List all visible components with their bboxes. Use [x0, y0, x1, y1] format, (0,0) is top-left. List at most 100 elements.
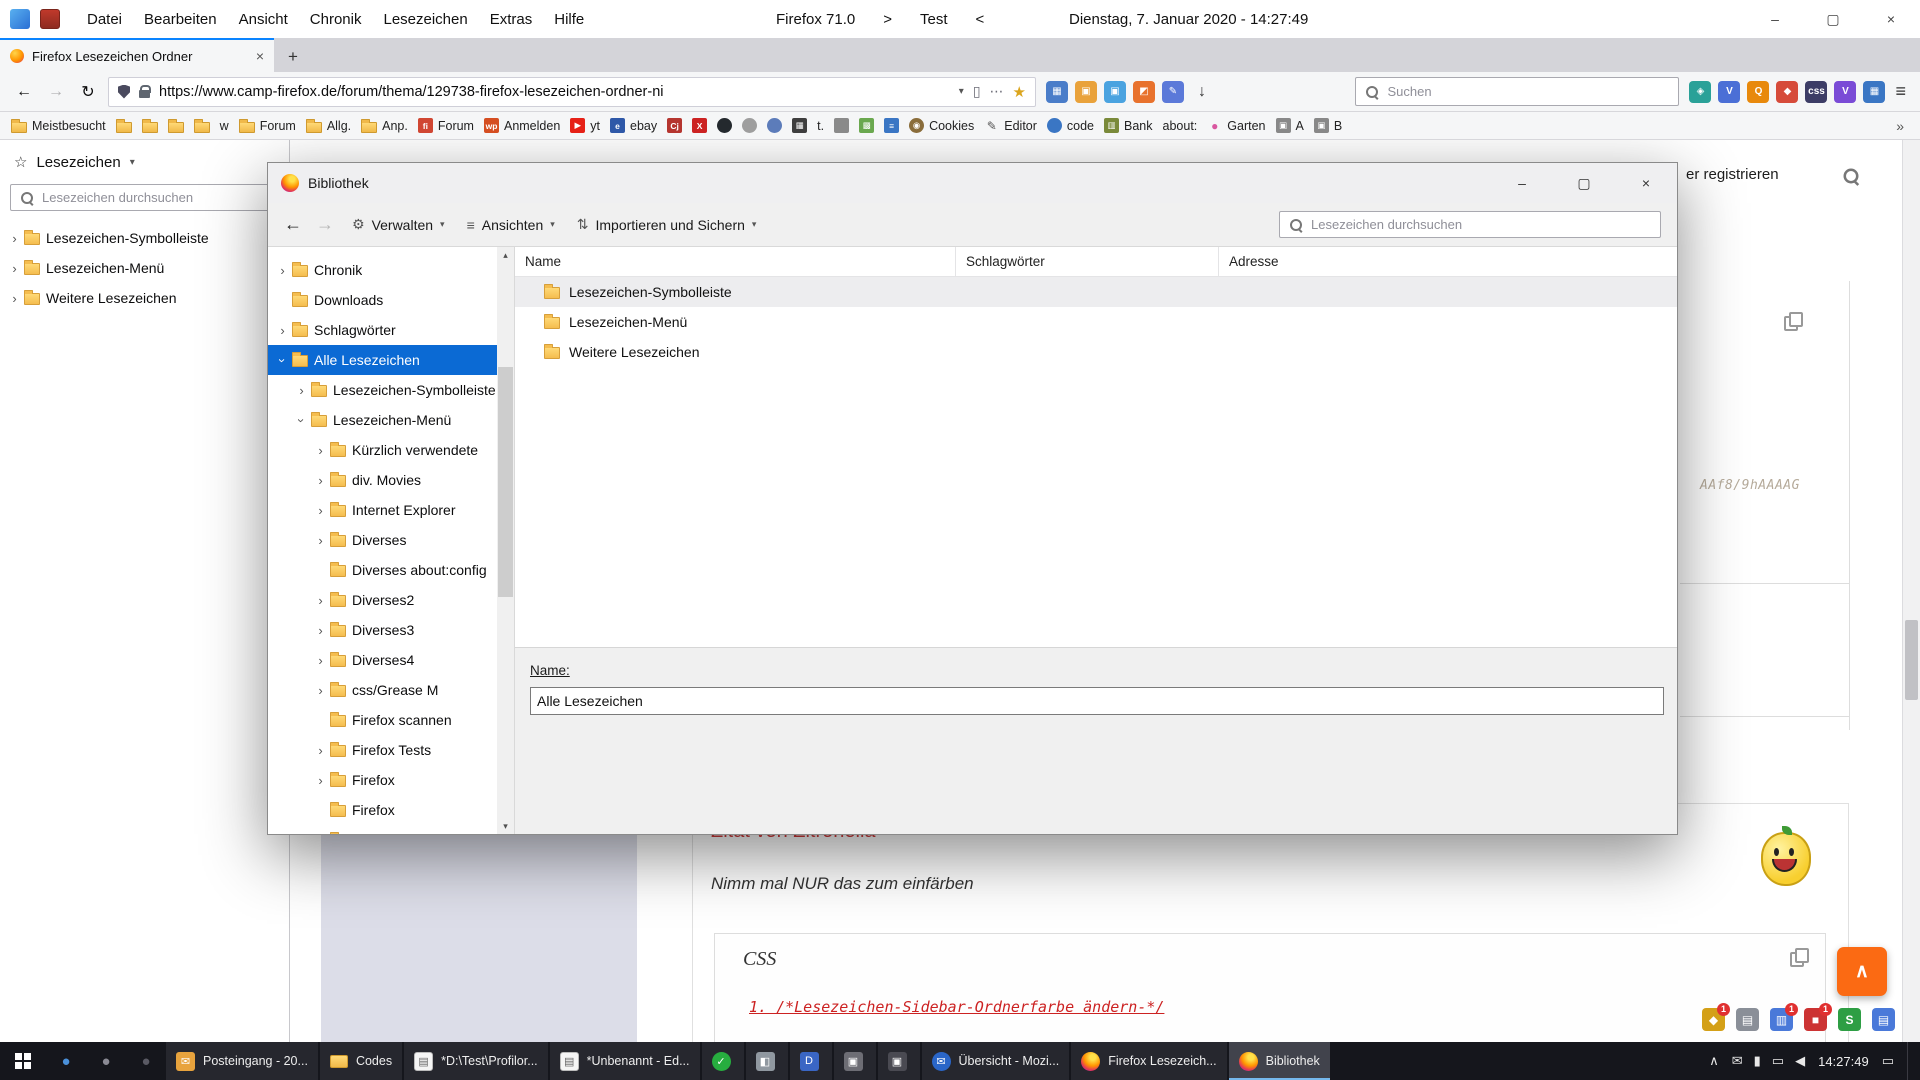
extension-icon[interactable]: ▣	[1075, 81, 1097, 103]
twisty-icon[interactable]	[274, 323, 291, 338]
taskbar-app-button[interactable]: ▤ *Unbenannt - Ed...	[550, 1042, 700, 1080]
library-tree-item[interactable]: div. Movies	[268, 465, 497, 495]
extension-icon[interactable]: ▦	[1863, 81, 1885, 103]
status-icon[interactable]: ▤	[1872, 1008, 1895, 1031]
page-search-icon[interactable]	[1842, 167, 1860, 185]
bookmark-item[interactable]: Cj	[662, 116, 687, 135]
menu-item[interactable]: Ansicht	[228, 11, 299, 28]
taskbar-app-button[interactable]: ✉ Übersicht - Mozi...	[922, 1042, 1070, 1080]
library-tree-item[interactable]: Chronik	[268, 255, 497, 285]
library-minimize-button[interactable]: –	[1491, 163, 1553, 203]
bookmarks-overflow-icon[interactable]: »	[1886, 118, 1914, 134]
taskbar-app-button[interactable]: Bibliothek	[1229, 1042, 1330, 1080]
scroll-to-top-button[interactable]: ∧	[1837, 947, 1887, 996]
library-tree-item[interactable]: Diverses2	[268, 585, 497, 615]
bookmark-item[interactable]: ◉ Cookies	[904, 116, 979, 135]
folder-name-input[interactable]	[530, 687, 1664, 715]
library-titlebar[interactable]: Bibliothek – ▢ ×	[268, 163, 1677, 203]
column-header-name[interactable]: Name	[515, 247, 956, 276]
reader-mode-icon[interactable]: ▯	[973, 83, 981, 100]
status-icon[interactable]: ▤	[1736, 1008, 1759, 1031]
extension-icon[interactable]: ↓	[1191, 81, 1213, 103]
status-icon[interactable]: ■ 1	[1804, 1008, 1827, 1031]
register-link[interactable]: er registrieren	[1686, 166, 1779, 183]
sidebar-menu-icon[interactable]: ▾	[130, 157, 135, 168]
library-tree-item[interactable]: Firefox	[268, 795, 497, 825]
bookmark-item[interactable]	[829, 116, 854, 135]
tray-icon[interactable]: ▮	[1754, 1053, 1761, 1069]
library-tree-item[interactable]: Firefox Tests	[268, 735, 497, 765]
library-tree-item[interactable]: Alle Lesezeichen	[268, 345, 497, 375]
menu-item[interactable]: Hilfe	[543, 11, 595, 28]
status-icon[interactable]: ▥ 1	[1770, 1008, 1793, 1031]
twisty-icon[interactable]	[293, 383, 310, 398]
copy-code-icon[interactable]	[1790, 948, 1807, 965]
taskbar-app-button[interactable]: ✉ Posteingang - 20...	[166, 1042, 318, 1080]
bookmark-folder-row[interactable]: Lesezeichen-Symbolleiste	[515, 277, 1677, 307]
twisty-icon[interactable]	[312, 653, 329, 668]
library-tree-item[interactable]: Diverses	[268, 525, 497, 555]
bookmark-folder-row[interactable]: Lesezeichen-Menü	[515, 307, 1677, 337]
show-desktop-button[interactable]	[1907, 1042, 1912, 1080]
library-close-button[interactable]: ×	[1615, 163, 1677, 203]
bookmark-item[interactable]: ≡	[879, 116, 904, 135]
taskbar-app-button[interactable]: ◧	[746, 1042, 788, 1080]
copy-icon[interactable]	[1784, 312, 1801, 329]
page-scrollbar[interactable]	[1902, 140, 1920, 1042]
taskbar-app-button[interactable]: ▣	[834, 1042, 876, 1080]
tab-close-icon[interactable]: ×	[256, 48, 264, 64]
scroll-down-icon[interactable]: ▾	[497, 818, 514, 834]
menu-item[interactable]: Bearbeiten	[133, 11, 228, 28]
extension-icon[interactable]: Q	[1747, 81, 1769, 103]
extension-icon[interactable]: V	[1834, 81, 1856, 103]
bookmark-item[interactable]: fi Forum	[413, 116, 479, 135]
twisty-icon[interactable]	[312, 683, 329, 698]
sidebar-tree-item[interactable]: Lesezeichen-Symbolleiste	[0, 223, 289, 253]
url-bar[interactable]: https://www.camp-firefox.de/forum/thema/…	[108, 77, 1036, 107]
status-icon[interactable]: S	[1838, 1008, 1861, 1031]
extension-icon[interactable]: ▣	[1104, 81, 1126, 103]
library-tree-item[interactable]: Java - Flash	[268, 825, 497, 834]
menu-item[interactable]: Datei	[76, 11, 133, 28]
bookmark-item[interactable]	[712, 116, 737, 135]
twisty-icon[interactable]	[274, 263, 291, 278]
tracking-protection-shield-icon[interactable]	[118, 85, 130, 99]
extension-icon[interactable]: V	[1718, 81, 1740, 103]
bookmark-item[interactable]: Forum	[234, 117, 301, 135]
twisty-icon[interactable]	[312, 503, 329, 518]
bookmark-item[interactable]	[737, 116, 762, 135]
import-backup-button[interactable]: ⇅ Importieren und Sichern ▾	[567, 211, 767, 238]
bookmark-star-icon[interactable]: ★	[1013, 83, 1026, 101]
library-tree-item[interactable]: Schlagwörter	[268, 315, 497, 345]
twisty-icon[interactable]	[312, 623, 329, 638]
tray-icon[interactable]: ▭	[1772, 1053, 1784, 1069]
scroll-up-icon[interactable]: ▴	[497, 247, 514, 263]
extension-icon[interactable]: ▦	[1046, 81, 1068, 103]
taskbar-app-button[interactable]: Codes	[320, 1042, 402, 1080]
bookmark-item[interactable]	[163, 117, 189, 135]
bookmark-item[interactable]: e ebay	[605, 116, 662, 135]
column-header-tags[interactable]: Schlagwörter	[956, 247, 1219, 276]
library-tree-item[interactable]: Diverses about:config	[268, 555, 497, 585]
menu-item[interactable]: Chronik	[299, 11, 373, 28]
bookmark-item[interactable]: ● Garten	[1202, 116, 1270, 135]
bookmark-item[interactable]: t.	[812, 117, 829, 135]
close-button[interactable]: ×	[1862, 0, 1920, 38]
lock-icon[interactable]	[139, 90, 150, 98]
library-tree-item[interactable]: Diverses3	[268, 615, 497, 645]
bookmark-item[interactable]	[111, 117, 137, 135]
extension-icon[interactable]: css	[1805, 81, 1827, 103]
sidebar-search-field[interactable]: Lesezeichen durchsuchen	[10, 184, 279, 211]
status-icon[interactable]: ◆ 1	[1702, 1008, 1725, 1031]
bookmark-item[interactable]: w	[215, 117, 234, 135]
library-tree-item[interactable]: Diverses4	[268, 645, 497, 675]
views-button[interactable]: ≡ Ansichten ▾	[457, 212, 565, 238]
taskbar-clock[interactable]: 14:27:49	[1818, 1054, 1869, 1069]
library-tree-item[interactable]: css/Grease M	[268, 675, 497, 705]
pinned-app-icon[interactable]: ●	[46, 1042, 86, 1080]
library-tree-item[interactable]: Firefox	[268, 765, 497, 795]
taskbar-app-button[interactable]: D	[790, 1042, 832, 1080]
back-button[interactable]: ←	[9, 78, 39, 106]
twisty-icon[interactable]	[312, 473, 329, 488]
tray-icon[interactable]: ✉	[1732, 1053, 1743, 1069]
